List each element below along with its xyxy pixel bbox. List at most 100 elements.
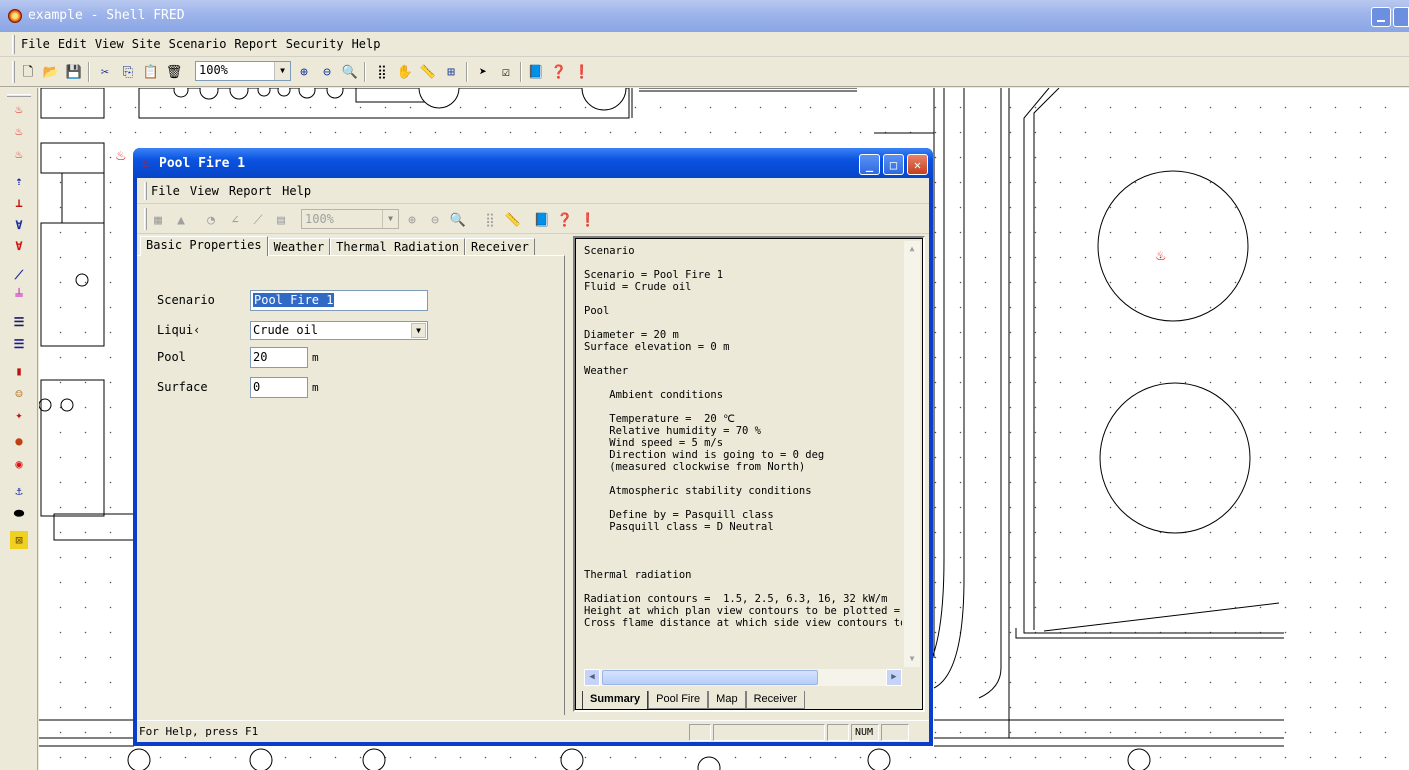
close-button[interactable]: ✕ <box>907 154 928 175</box>
tab-basic-properties[interactable]: Basic Properties <box>140 236 268 256</box>
pipe-release-icon[interactable]: ⟋ <box>10 266 28 284</box>
release-down-red-icon[interactable]: ∀ <box>10 237 28 255</box>
explosion-icon[interactable]: ✦ <box>10 406 28 424</box>
delete-icon[interactable]: 🗑 <box>165 63 183 81</box>
book-icon[interactable]: 📘 <box>533 211 551 229</box>
release-down-icon[interactable]: ∀ <box>10 216 28 234</box>
minimize-button[interactable] <box>1371 7 1391 27</box>
ruler-icon[interactable]: 📏 <box>419 63 437 81</box>
thermometer-icon[interactable]: ▮ <box>10 362 28 380</box>
person-icon[interactable]: ☺ <box>10 385 28 403</box>
summary-line: Fluid = Crude oil <box>584 281 692 293</box>
summary-line: Pool <box>584 305 610 317</box>
vertical-scrollbar[interactable]: ▲ ▼ <box>904 241 920 667</box>
receiver-b-icon[interactable]: ☰ <box>10 335 28 353</box>
bomb-icon[interactable]: ● <box>10 432 28 450</box>
book-icon[interactable]: 📘 <box>527 63 545 81</box>
minimize-button[interactable]: _ <box>859 154 880 175</box>
cloud-icon[interactable]: ⬬ <box>10 504 28 522</box>
child-zoom-select[interactable]: 100% ▼ <box>301 209 399 229</box>
copy-icon[interactable]: ⎘ <box>119 63 137 81</box>
tab-thermal-radiation[interactable]: Thermal Radiation <box>330 238 465 256</box>
menu-security[interactable]: Security <box>286 37 344 51</box>
scenario-input[interactable]: Pool Fire 1 <box>250 290 428 311</box>
zoom-out-icon[interactable]: ⊖ <box>318 63 336 81</box>
zoom-in-icon[interactable]: ⊕ <box>295 63 313 81</box>
fit-window-icon[interactable]: ⊞ <box>442 63 460 81</box>
contour-icon[interactable]: ⟋ <box>249 211 267 229</box>
tab-map[interactable]: Map <box>708 691 746 709</box>
pool-diameter-input[interactable]: 20 <box>250 347 308 368</box>
pan-icon[interactable]: ✋ <box>396 63 414 81</box>
calculator-icon[interactable]: ▦ <box>149 211 167 229</box>
pool-fire-icon[interactable]: ♨ <box>10 100 28 118</box>
liquid-select[interactable]: Crude oil ▼ <box>250 321 428 340</box>
menu-scenario[interactable]: Scenario <box>169 37 227 51</box>
cut-icon[interactable]: ✂ <box>96 63 114 81</box>
scroll-thumb[interactable] <box>602 670 818 685</box>
save-icon[interactable]: 💾 <box>65 63 83 81</box>
anchor-icon[interactable]: ⚓ <box>10 482 28 500</box>
zoom-fit-icon[interactable]: 🔍 <box>341 63 359 81</box>
surface-unit: m <box>312 381 319 394</box>
help-icon[interactable]: ❓ <box>556 211 574 229</box>
surface-elevation-input[interactable]: 0 <box>250 377 308 398</box>
tab-pool-fire[interactable]: Pool Fire <box>648 691 709 709</box>
zoom-in-icon[interactable]: ⊕ <box>403 211 421 229</box>
scroll-up-icon[interactable]: ▲ <box>904 241 920 257</box>
graph-icon[interactable]: ∠ <box>226 211 244 229</box>
child-menu-report[interactable]: Report <box>229 184 272 198</box>
ruler-icon[interactable]: 📏 <box>504 211 522 229</box>
menu-file[interactable]: File <box>21 37 50 51</box>
child-menu-help[interactable]: Help <box>282 184 311 198</box>
grid-icon[interactable]: ⣿ <box>481 211 499 229</box>
scroll-left-icon[interactable]: ◀ <box>584 669 600 686</box>
chevron-down-icon[interactable]: ▼ <box>411 323 426 338</box>
liquid-label: Liqui‹ <box>157 323 201 337</box>
menu-report[interactable]: Report <box>234 37 277 51</box>
child-menu-view[interactable]: View <box>190 184 219 198</box>
menu-edit[interactable]: Edit <box>58 37 87 51</box>
horizontal-scrollbar[interactable]: ◀ ▶ <box>584 669 902 686</box>
surface-value: 0 <box>253 380 261 394</box>
tab-weather[interactable]: Weather <box>267 238 331 256</box>
menu-site[interactable]: Site <box>132 37 161 51</box>
alert-icon[interactable]: ❗ <box>573 63 591 81</box>
flame-icon[interactable]: ▲ <box>172 211 190 229</box>
tab-receiver[interactable]: Receiver <box>465 238 535 256</box>
menu-view[interactable]: View <box>95 37 124 51</box>
pool-spread-icon[interactable]: ╧ <box>10 286 28 304</box>
target-icon[interactable]: ◉ <box>10 455 28 473</box>
new-icon[interactable]: 🗋 <box>19 63 37 81</box>
chevron-down-icon[interactable]: ▼ <box>274 62 290 80</box>
table-icon[interactable]: ▤ <box>272 211 290 229</box>
zoom-out-icon[interactable]: ⊖ <box>426 211 444 229</box>
scroll-down-icon[interactable]: ▼ <box>904 651 920 667</box>
zoom-select[interactable]: 100% ▼ <box>195 61 291 81</box>
properties-icon[interactable]: ☑ <box>497 63 515 81</box>
chevron-down-icon[interactable]: ▼ <box>382 210 398 228</box>
flash-fire-icon[interactable]: ♨ <box>10 145 28 163</box>
pool-unit: m <box>312 351 319 364</box>
open-icon[interactable]: 📂 <box>42 63 60 81</box>
maximize-button[interactable] <box>1393 7 1409 27</box>
pointer-icon[interactable]: ➤ <box>474 63 492 81</box>
help-icon[interactable]: ❓ <box>550 63 568 81</box>
scroll-right-icon[interactable]: ▶ <box>886 669 902 686</box>
receiver-a-icon[interactable]: ☰ <box>10 313 28 331</box>
tab-receiver-summary[interactable]: Receiver <box>745 691 805 709</box>
alert-icon[interactable]: ❗ <box>579 211 597 229</box>
summary-line: Ambient conditions <box>584 389 724 401</box>
paste-icon[interactable]: 📋 <box>142 63 160 81</box>
menu-help[interactable]: Help <box>352 37 381 51</box>
tab-summary[interactable]: Summary <box>582 691 649 709</box>
area-icon[interactable]: ⊠ <box>10 531 28 549</box>
jet-fire-icon[interactable]: ♨ <box>10 122 28 140</box>
clock-icon[interactable]: ◔ <box>202 211 220 229</box>
maximize-button[interactable]: □ <box>883 154 904 175</box>
zoom-fit-icon[interactable]: 🔍 <box>449 211 467 229</box>
release-up-icon[interactable]: ⇡ <box>10 172 28 190</box>
child-menu-file[interactable]: File <box>151 184 180 198</box>
release-vessel-icon[interactable]: ⊥ <box>10 194 28 212</box>
grid-icon[interactable]: ⣿ <box>373 63 391 81</box>
